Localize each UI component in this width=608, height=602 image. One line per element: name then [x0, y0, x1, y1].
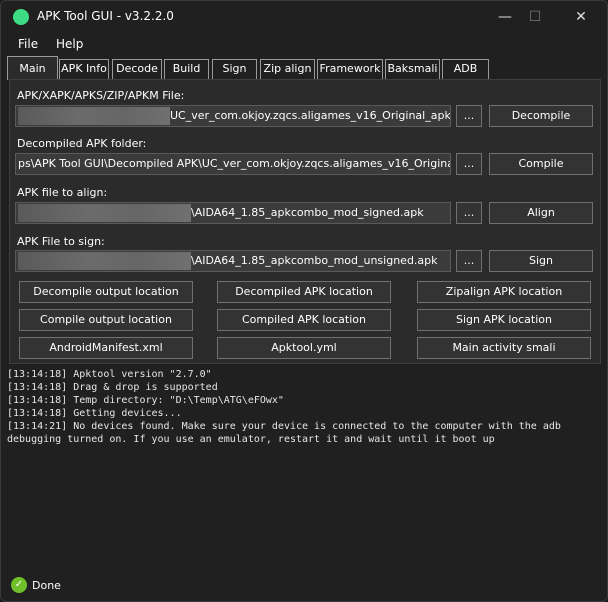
tab-apk-info[interactable]: APK Info: [59, 59, 109, 79]
tab-baksmali[interactable]: Baksmali: [385, 59, 440, 79]
redacted-path: [18, 107, 170, 125]
redacted-path: [18, 252, 191, 270]
compile-output-location-button[interactable]: Compile output location: [19, 309, 193, 331]
tab-adb[interactable]: ADB: [442, 59, 489, 79]
compiled-apk-location-button[interactable]: Compiled APK location: [217, 309, 391, 331]
apk-file-label: APK/XAPK/APKS/ZIP/APKM File:: [17, 89, 185, 102]
main-activity-smali-button[interactable]: Main activity smali: [417, 337, 591, 359]
redacted-path: [18, 204, 191, 222]
decompiled-apk-location-button[interactable]: Decompiled APK location: [217, 281, 391, 303]
sign-file-browse-button[interactable]: ...: [456, 250, 482, 272]
decompile-button[interactable]: Decompile: [489, 105, 593, 127]
tab-framework[interactable]: Framework: [317, 59, 383, 79]
log-line: [13:14:18] Apktool version "2.7.0": [7, 369, 212, 380]
log-line: [13:14:18] Getting devices...: [7, 408, 182, 419]
decompiled-folder-label: Decompiled APK folder:: [17, 137, 147, 150]
sign-file-input[interactable]: \AIDA64_1.85_apkcombo_mod_unsigned.apk: [15, 250, 451, 272]
tab-sign[interactable]: Sign: [212, 59, 257, 79]
title-bar: APK Tool GUI - v3.2.2.0 — ☐ ✕: [1, 1, 607, 33]
apktool-yml-button[interactable]: Apktool.yml: [217, 337, 391, 359]
apk-file-input[interactable]: UC_ver_com.okjoy.zqcs.aligames_v16_Origi…: [15, 105, 451, 127]
menu-file[interactable]: File: [18, 37, 38, 51]
tab-decode[interactable]: Decode: [112, 59, 162, 79]
zipalign-apk-location-button[interactable]: Zipalign APK location: [417, 281, 591, 303]
log-line: [13:14:18] Temp directory: "D:\Temp\ATG\…: [7, 395, 284, 406]
close-button[interactable]: ✕: [561, 5, 601, 29]
check-circle-icon: ✓: [11, 577, 27, 593]
decompiled-folder-browse-button[interactable]: ...: [456, 153, 482, 175]
align-file-browse-button[interactable]: ...: [456, 202, 482, 224]
align-file-input[interactable]: \AIDA64_1.85_apkcombo_mod_signed.apk: [15, 202, 451, 224]
apk-file-browse-button[interactable]: ...: [456, 105, 482, 127]
log-line: [13:14:21] No devices found. Make sure y…: [7, 421, 567, 445]
decompiled-folder-input[interactable]: ps\APK Tool GUI\Decompiled APK\UC_ver_co…: [15, 153, 451, 175]
app-window: APK Tool GUI - v3.2.2.0 — ☐ ✕ File Help …: [0, 0, 608, 602]
status-bar: ✓ Done: [11, 577, 61, 593]
menu-help[interactable]: Help: [56, 37, 83, 51]
window-title: APK Tool GUI - v3.2.2.0: [37, 9, 174, 23]
align-file-label: APK file to align:: [17, 186, 108, 199]
decompile-output-location-button[interactable]: Decompile output location: [19, 281, 193, 303]
tab-main[interactable]: Main: [7, 56, 58, 80]
tab-zip-align[interactable]: Zip align: [260, 59, 315, 79]
sign-apk-location-button[interactable]: Sign APK location: [417, 309, 591, 331]
status-text: Done: [32, 578, 61, 592]
sign-file-label: APK File to sign:: [17, 235, 105, 248]
align-button[interactable]: Align: [489, 202, 593, 224]
log-line: [13:14:18] Drag & drop is supported: [7, 382, 218, 393]
android-app-icon: [13, 9, 29, 25]
compile-button[interactable]: Compile: [489, 153, 593, 175]
android-manifest-button[interactable]: AndroidManifest.xml: [19, 337, 193, 359]
sign-button[interactable]: Sign: [489, 250, 593, 272]
log-output[interactable]: [13:14:18] Apktool version "2.7.0" [13:14…: [7, 368, 603, 568]
maximize-button[interactable]: ☐: [515, 5, 555, 29]
tab-build[interactable]: Build: [164, 59, 209, 79]
